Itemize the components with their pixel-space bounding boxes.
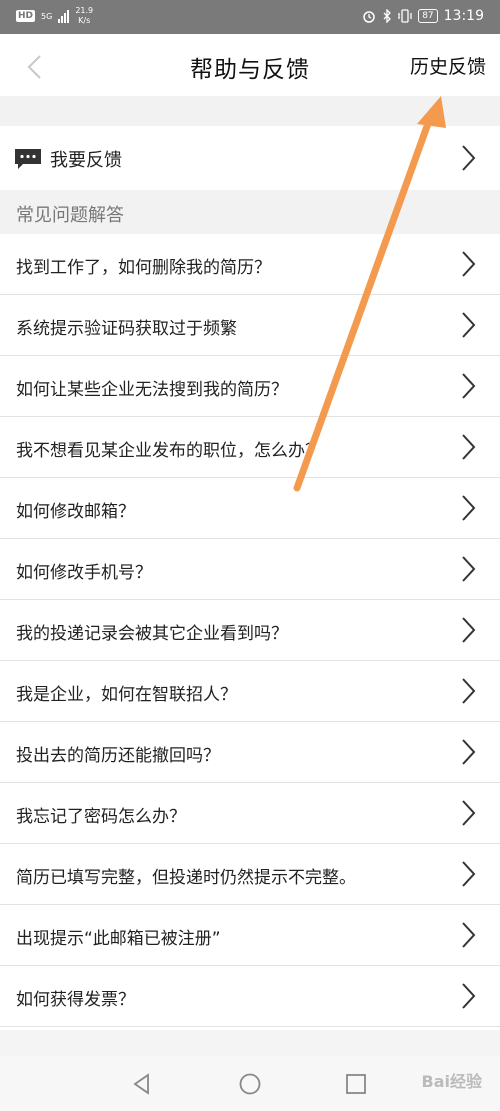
faq-list: 找到工作了，如何删除我的简历？ 系统提示验证码获取过于频繁 如何让某些企业无法搜…: [0, 234, 500, 1027]
chevron-right-icon: [462, 800, 476, 826]
faq-item[interactable]: 我不想看见某企业发布的职位，怎么办？: [0, 417, 500, 478]
faq-item-label: 如何获得发票？: [16, 990, 135, 1010]
watermark: Bai经验: [421, 1072, 482, 1091]
faq-item[interactable]: 如何让某些企业无法搜到我的简历？: [0, 356, 500, 417]
faq-item[interactable]: 如何修改手机号？: [0, 539, 500, 600]
chevron-right-icon: [462, 922, 476, 948]
faq-item[interactable]: 我的投递记录会被其它企业看到吗？: [0, 600, 500, 661]
hd-badge: HD: [16, 10, 36, 22]
faq-item-label: 我忘记了密码怎么办？: [16, 807, 186, 827]
nav-back-icon[interactable]: [130, 1072, 154, 1096]
chevron-right-icon: [462, 495, 476, 521]
faq-item[interactable]: 如何获得发票？: [0, 966, 500, 1027]
bluetooth-icon: [383, 9, 392, 23]
chevron-right-icon: [462, 861, 476, 887]
faq-item[interactable]: 出现提示“此邮箱已被注册”: [0, 905, 500, 966]
list-bottom-spacer: [0, 1030, 500, 1056]
clock: 13:19: [443, 8, 484, 24]
nav-header: 帮助与反馈 历史反馈: [0, 34, 500, 96]
alarm-icon: [363, 11, 375, 23]
faq-item-label: 如何修改手机号？: [16, 563, 152, 583]
faq-item-label: 我不想看见某企业发布的职位，怎么办？: [16, 441, 322, 461]
faq-item[interactable]: 投出去的简历还能撤回吗？: [0, 722, 500, 783]
nav-home-icon[interactable]: [238, 1072, 262, 1096]
chevron-right-icon: [462, 251, 476, 277]
chevron-right-icon: [462, 983, 476, 1009]
section-title: 常见问题解答: [16, 205, 124, 226]
status-right: 87 13:19: [362, 8, 484, 24]
chevron-right-icon: [462, 617, 476, 643]
message-icon: [15, 149, 41, 169]
faq-item-label: 如何修改邮箱？: [16, 502, 135, 522]
faq-item-label: 投出去的简历还能撤回吗？: [16, 746, 220, 766]
network-type: 5G: [41, 11, 53, 21]
chevron-right-icon: [462, 312, 476, 338]
faq-item-label: 如何让某些企业无法搜到我的简历？: [16, 380, 288, 400]
top-spacer: [0, 96, 500, 126]
faq-item-label: 出现提示“此邮箱已被注册”: [16, 929, 221, 949]
status-left: HD 5G 21.9 K/s: [16, 6, 93, 26]
chevron-right-icon: [462, 739, 476, 765]
faq-item-label: 我的投递记录会被其它企业看到吗？: [16, 624, 288, 644]
faq-item[interactable]: 找到工作了，如何删除我的简历？: [0, 234, 500, 295]
chevron-right-icon: [462, 556, 476, 582]
faq-item-label: 我是企业，如何在智联招人？: [16, 685, 237, 705]
system-nav-bar: Bai经验: [0, 1056, 500, 1111]
vibrate-icon: [398, 9, 412, 23]
faq-item-label: 简历已填写完整，但投递时仍然提示不完整。: [16, 868, 356, 888]
signal-icon: [58, 9, 70, 23]
nav-recent-icon[interactable]: [344, 1072, 368, 1096]
feedback-row[interactable]: 我要反馈: [0, 126, 500, 190]
faq-item[interactable]: 简历已填写完整，但投递时仍然提示不完整。: [0, 844, 500, 905]
faq-item[interactable]: 我是企业，如何在智联招人？: [0, 661, 500, 722]
chevron-right-icon: [462, 434, 476, 460]
feedback-label: 我要反馈: [50, 150, 122, 171]
speed-value: 21.9: [75, 6, 94, 15]
status-bar: HD 5G 21.9 K/s 87 13:19: [0, 0, 500, 34]
network-speed: 21.9 K/s: [75, 6, 93, 26]
battery-icon: 87: [418, 9, 438, 23]
faq-item[interactable]: 如何修改邮箱？: [0, 478, 500, 539]
speed-unit: K/s: [78, 16, 91, 25]
faq-item[interactable]: 系统提示验证码获取过于频繁: [0, 295, 500, 356]
faq-section-header: 常见问题解答: [0, 190, 500, 234]
faq-item-label: 系统提示验证码获取过于频繁: [16, 319, 237, 339]
chevron-right-icon: [462, 678, 476, 704]
chevron-right-icon: [462, 145, 476, 171]
faq-item[interactable]: 我忘记了密码怎么办？: [0, 783, 500, 844]
faq-item-label: 找到工作了，如何删除我的简历？: [16, 258, 271, 278]
history-feedback-button[interactable]: 历史反馈: [410, 52, 486, 79]
chevron-right-icon: [462, 373, 476, 399]
